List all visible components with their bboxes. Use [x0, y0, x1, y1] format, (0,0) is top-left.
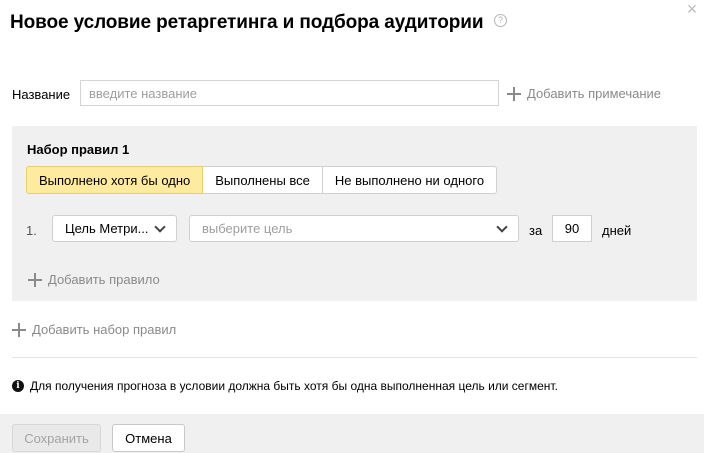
add-rule-label: Добавить правило	[48, 272, 160, 287]
ruleset-title: Набор правил 1	[27, 142, 130, 157]
cancel-button[interactable]: Отмена	[112, 424, 185, 452]
dialog-title: Новое условие ретаргетинга и подбора ауд…	[10, 12, 484, 33]
save-button[interactable]: Сохранить	[12, 424, 101, 452]
divider	[12, 357, 697, 358]
mode-none-button[interactable]: Не выполнено ни одного	[322, 166, 498, 194]
mode-all-button[interactable]: Выполнены все	[203, 166, 323, 194]
close-icon[interactable]: ×	[682, 0, 702, 18]
days-input[interactable]	[552, 215, 592, 242]
chevron-down-icon	[154, 221, 166, 233]
rule-number: 1.	[26, 223, 37, 238]
plus-icon	[28, 272, 42, 287]
name-label: Название	[12, 87, 71, 102]
period-prefix: за	[529, 223, 543, 238]
mode-any-button[interactable]: Выполнено хотя бы одно	[26, 166, 204, 194]
chevron-down-icon	[496, 221, 508, 233]
info-icon: i	[12, 380, 24, 392]
days-label: дней	[602, 223, 632, 238]
add-note-label: Добавить примечание	[527, 86, 662, 101]
target-placeholder: выберите цель	[202, 221, 293, 236]
add-ruleset-button[interactable]: Добавить набор правил	[12, 322, 176, 337]
help-icon[interactable]: ?	[494, 14, 507, 27]
info-text: Для получения прогноза в условии должна …	[30, 379, 558, 393]
rule-mode-switch: Выполнено хотя бы одно Выполнены все Не …	[26, 166, 498, 194]
ruleset-panel: Набор правил 1 Выполнено хотя бы одно Вы…	[12, 126, 697, 301]
plus-icon	[12, 322, 26, 337]
add-ruleset-label: Добавить набор правил	[32, 322, 177, 337]
add-rule-button[interactable]: Добавить правило	[28, 272, 160, 287]
info-message: i Для получения прогноза в условии должн…	[12, 379, 558, 393]
add-note-button[interactable]: Добавить примечание	[507, 86, 661, 101]
dialog-footer: Сохранить Отмена	[0, 414, 704, 453]
goal-type-value: Цель Метри...	[65, 221, 149, 236]
plus-icon	[507, 86, 521, 101]
goal-type-select[interactable]: Цель Метри...	[52, 215, 177, 242]
target-select[interactable]: выберите цель	[189, 215, 519, 242]
name-input[interactable]	[80, 80, 499, 106]
